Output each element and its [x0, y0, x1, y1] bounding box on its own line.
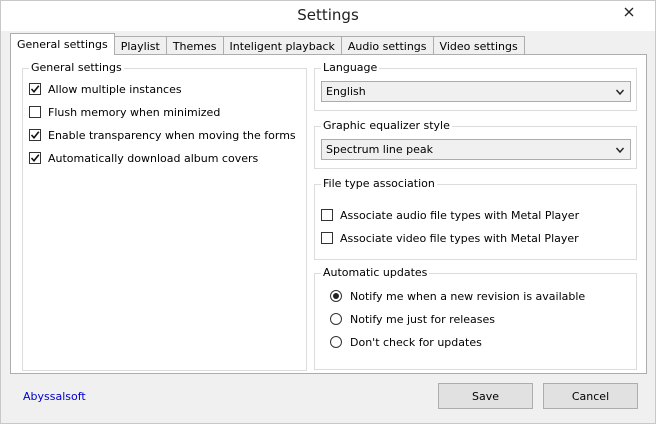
file-type-association-title: File type association: [321, 177, 437, 190]
dont-check-label: Don't check for updates: [350, 335, 482, 349]
checkmark-icon: [30, 85, 40, 94]
chevron-down-icon: [615, 147, 625, 154]
equalizer-selected-value: Spectrum line peak: [326, 143, 434, 156]
enable-transparency-option[interactable]: Enable transparency when moving the form…: [29, 127, 296, 143]
notify-revision-radio[interactable]: [330, 290, 342, 302]
dont-check-radio[interactable]: [330, 336, 342, 348]
tab-general-settings[interactable]: General settings: [10, 33, 115, 55]
equalizer-style-select[interactable]: Spectrum line peak: [321, 139, 631, 160]
notify-revision-label: Notify me when a new revision is availab…: [350, 289, 586, 303]
notify-releases-label: Notify me just for releases: [350, 312, 496, 326]
cancel-button[interactable]: Cancel: [543, 383, 638, 409]
language-select[interactable]: English: [321, 81, 631, 102]
general-settings-title: General settings: [29, 61, 124, 74]
file-type-association-group: File type association Associate audio fi…: [314, 177, 637, 260]
tab-playlist[interactable]: Playlist: [113, 36, 167, 55]
abyssalsoft-link[interactable]: Abyssalsoft: [23, 390, 86, 403]
flush-memory-checkbox[interactable]: [29, 106, 41, 118]
download-album-covers-checkbox[interactable]: [29, 152, 41, 164]
download-album-covers-label: Automatically download album covers: [48, 151, 259, 165]
tab-strip: General settings Playlist Themes Intelig…: [10, 33, 525, 55]
dont-check-option[interactable]: Don't check for updates: [330, 334, 482, 350]
general-settings-group: General settings Allow multiple instance…: [22, 61, 307, 371]
allow-multiple-instances-option[interactable]: Allow multiple instances: [29, 81, 182, 97]
chevron-down-icon: [615, 89, 625, 96]
language-title: Language: [321, 61, 380, 74]
flush-memory-option[interactable]: Flush memory when minimized: [29, 104, 220, 120]
title-bar: Settings: [1, 1, 655, 31]
enable-transparency-label: Enable transparency when moving the form…: [48, 128, 296, 142]
associate-audio-label: Associate audio file types with Metal Pl…: [340, 208, 580, 222]
automatic-updates-group: Automatic updates Notify me when a new r…: [314, 266, 637, 370]
allow-multiple-instances-checkbox[interactable]: [29, 83, 41, 95]
equalizer-group: Graphic equalizer style Spectrum line pe…: [314, 119, 637, 169]
tab-themes[interactable]: Themes: [165, 36, 224, 55]
general-settings-panel: General settings Allow multiple instance…: [10, 54, 647, 374]
notify-revision-option[interactable]: Notify me when a new revision is availab…: [330, 288, 585, 304]
enable-transparency-checkbox[interactable]: [29, 129, 41, 141]
settings-window: Settings General settings Playlist Theme…: [0, 0, 656, 424]
automatic-updates-title: Automatic updates: [321, 266, 430, 279]
associate-audio-checkbox[interactable]: [321, 209, 333, 221]
download-album-covers-option[interactable]: Automatically download album covers: [29, 150, 258, 166]
associate-video-checkbox[interactable]: [321, 232, 333, 244]
associate-audio-option[interactable]: Associate audio file types with Metal Pl…: [321, 207, 579, 223]
close-button[interactable]: [609, 1, 649, 23]
window-title: Settings: [297, 6, 359, 24]
language-selected-value: English: [326, 85, 366, 98]
notify-releases-radio[interactable]: [330, 313, 342, 325]
close-icon: [624, 7, 634, 17]
notify-releases-option[interactable]: Notify me just for releases: [330, 311, 495, 327]
language-group: Language English: [314, 61, 637, 111]
save-button[interactable]: Save: [438, 383, 533, 409]
associate-video-label: Associate video file types with Metal Pl…: [340, 231, 579, 245]
checkmark-icon: [30, 131, 40, 140]
tab-video-settings[interactable]: Video settings: [432, 36, 525, 55]
flush-memory-label: Flush memory when minimized: [48, 105, 221, 119]
tab-inteligent-playback[interactable]: Inteligent playback: [222, 36, 342, 55]
checkmark-icon: [30, 154, 40, 163]
allow-multiple-instances-label: Allow multiple instances: [48, 82, 182, 96]
equalizer-title: Graphic equalizer style: [321, 119, 452, 132]
tab-audio-settings[interactable]: Audio settings: [340, 36, 434, 55]
associate-video-option[interactable]: Associate video file types with Metal Pl…: [321, 230, 579, 246]
